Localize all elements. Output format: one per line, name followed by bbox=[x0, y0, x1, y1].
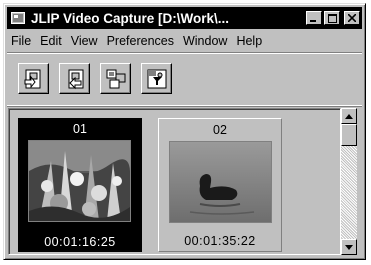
menu-edit[interactable]: Edit bbox=[36, 34, 67, 48]
capture-button[interactable] bbox=[18, 63, 49, 94]
thumbnail-image-forest bbox=[28, 140, 131, 222]
menu-view[interactable]: View bbox=[67, 34, 103, 48]
thumbnail-timecode: 00:01:35:22 bbox=[184, 234, 256, 248]
maximize-button[interactable] bbox=[324, 11, 340, 25]
arrow-up-icon bbox=[345, 113, 353, 119]
multi-frame-button[interactable] bbox=[100, 63, 131, 94]
app-icon[interactable] bbox=[10, 10, 26, 26]
thumbnail-timecode: 00:01:16:25 bbox=[44, 235, 116, 249]
toolbar bbox=[7, 52, 362, 106]
close-button[interactable] bbox=[344, 11, 360, 25]
scroll-thumb[interactable] bbox=[341, 124, 357, 146]
minimize-button[interactable] bbox=[306, 11, 322, 25]
scroll-up-button[interactable] bbox=[341, 108, 357, 124]
filter-icon bbox=[147, 69, 166, 88]
capture-icon bbox=[24, 69, 40, 88]
multi-frame-icon bbox=[106, 69, 125, 88]
thumbnail-item-02[interactable]: 02 00:01:35:22 bbox=[158, 118, 282, 252]
thumbnail-number: 02 bbox=[213, 123, 227, 137]
title-bar[interactable]: JLIP Video Capture [D:\Work\... bbox=[7, 7, 362, 29]
capture-sequence-icon bbox=[68, 69, 83, 89]
maximize-icon bbox=[327, 13, 337, 23]
window-title: JLIP Video Capture [D:\Work\... bbox=[31, 10, 230, 26]
filter-button[interactable] bbox=[141, 63, 172, 94]
menu-file[interactable]: File bbox=[7, 34, 36, 48]
capture-sequence-button[interactable] bbox=[59, 63, 90, 94]
thumbnail-image-duck bbox=[169, 141, 272, 223]
menu-preferences[interactable]: Preferences bbox=[103, 34, 179, 48]
thumbnail-item-01[interactable]: 01 00:01:16:25 bbox=[18, 118, 142, 252]
thumbnail-number: 01 bbox=[73, 122, 87, 136]
close-icon bbox=[348, 14, 356, 22]
vertical-scrollbar[interactable] bbox=[341, 108, 357, 255]
scroll-down-button[interactable] bbox=[341, 239, 357, 255]
arrow-down-icon bbox=[345, 244, 353, 250]
menu-bar: File Edit View Preferences Window Help bbox=[7, 31, 362, 50]
menu-window[interactable]: Window bbox=[179, 34, 232, 48]
menu-help[interactable]: Help bbox=[232, 34, 267, 48]
minimize-icon bbox=[310, 20, 316, 22]
